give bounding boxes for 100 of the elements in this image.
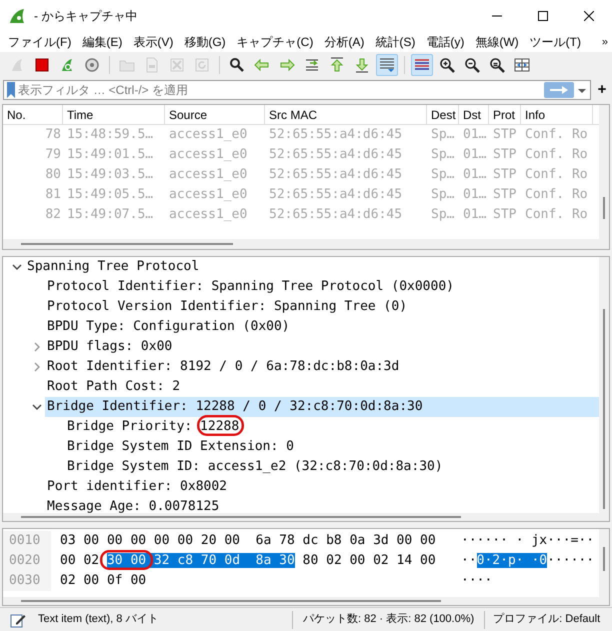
- chevron-down-icon[interactable]: [32, 402, 42, 412]
- menu-overflow[interactable]: »: [602, 34, 608, 50]
- table-cell-text: access1_e0: [168, 206, 248, 224]
- column-header[interactable]: Prot: [489, 105, 521, 124]
- table-cell-text: 79: [44, 146, 62, 164]
- zoom-reset-icon: [489, 57, 505, 73]
- goto-packet-icon: [304, 57, 320, 73]
- menu-item[interactable]: 無線(W): [475, 33, 519, 51]
- table-cell-text: 15:49:07.5…: [66, 206, 154, 224]
- scrollbar[interactable]: [3, 513, 599, 521]
- menu-item[interactable]: 分析(A): [324, 33, 364, 51]
- table-cell-text: 82: [44, 206, 62, 224]
- hex-bytes: 02 00 0f 00: [59, 572, 148, 590]
- file-x-icon: [169, 57, 185, 73]
- table-cell-text: 52:65:55:a4:d6:45: [268, 146, 404, 164]
- display-filter-field[interactable]: 表示フィルタ … <Ctrl-/> を適用: [3, 80, 591, 100]
- filter-input[interactable]: 表示フィルタ … <Ctrl-/> を適用: [18, 81, 544, 99]
- column-header[interactable]: Info: [521, 105, 593, 124]
- scrollbar[interactable]: [3, 239, 599, 249]
- toolbar-button[interactable]: [411, 54, 433, 76]
- table-cell-text: 80: [44, 166, 62, 184]
- column-header[interactable]: Src MAC: [265, 105, 427, 124]
- column-header[interactable]: Dest: [427, 105, 459, 124]
- table-cell-text: STP: [492, 206, 518, 224]
- scrollbar[interactable]: [599, 529, 609, 605]
- resize-columns-icon: [514, 57, 530, 73]
- up-arrow-icon: [329, 57, 345, 73]
- table-cell-text: access1_e0: [168, 166, 248, 184]
- table-cell-text: 52:65:55:a4:d6:45: [268, 126, 404, 144]
- tree-item[interactable]: BPDU Type: Configuration (0x00): [45, 317, 290, 337]
- shark-fin-icon: [9, 57, 25, 73]
- chevron-right-icon[interactable]: [32, 342, 42, 352]
- table-cell-text: 15:48:59.5…: [66, 126, 154, 144]
- menu-item[interactable]: ファイル(F): [8, 33, 72, 51]
- table-cell-text: Sp…: [430, 166, 456, 184]
- table-cell-text: access1_e0: [168, 146, 248, 164]
- tree-item[interactable]: Bridge System ID: access1_e2 (32:c8:70:0d:8a:30): [65, 457, 443, 477]
- search-icon: [229, 57, 245, 73]
- table-cell-text: 52:65:55:a4:d6:45: [268, 206, 404, 224]
- add-filter-button[interactable]: +: [595, 78, 609, 102]
- tree-item[interactable]: Bridge Identifier: 12288 / 0 / 32:c8:70:0d:8a:30: [45, 397, 599, 417]
- packet-count: パケット数: 82 · 表示: 82 (100.0%): [302, 612, 476, 628]
- zoom-out-icon: [464, 57, 480, 73]
- tree-item[interactable]: Root Path Cost: 2: [45, 377, 180, 397]
- left-arrow-icon: [254, 57, 270, 73]
- table-cell-text: Sp…: [430, 206, 456, 224]
- table-cell-text: access1_e0: [168, 126, 248, 144]
- edit-note-icon[interactable]: [10, 612, 26, 628]
- table-cell-text: Conf. Ro: [524, 146, 589, 164]
- byte-offset: 0020: [3, 551, 51, 571]
- column-header[interactable]: Time: [63, 105, 165, 124]
- tree-item[interactable]: Bridge Priority: 12288: [65, 417, 240, 437]
- menu-item[interactable]: 移動(G): [184, 33, 226, 51]
- menu-item[interactable]: 電話(y): [426, 33, 464, 51]
- table-cell-text: Conf. Ro: [524, 126, 589, 144]
- reload-icon: [194, 57, 210, 73]
- tree-item[interactable]: BPDU flags: 0x00: [45, 337, 172, 357]
- chevron-down-icon[interactable]: [12, 262, 22, 272]
- tree-item[interactable]: Bridge System ID Extension: 0: [65, 437, 294, 457]
- zoom-in-icon: [439, 57, 455, 73]
- column-header[interactable]: Source: [165, 105, 265, 124]
- tree-item[interactable]: Message Age: 0.0078125: [45, 497, 220, 513]
- tree-item[interactable]: Root Identifier: 8192 / 0 / 6a:78:dc:b8:0a:3d: [45, 357, 400, 377]
- tree-item[interactable]: Protocol Version Identifier: Spanning Tree (0): [45, 297, 408, 317]
- tree-item[interactable]: Protocol Identifier: Spanning Tree Protocol (0x0000): [45, 277, 454, 297]
- table-cell-text: Sp…: [430, 186, 456, 204]
- app-logo-icon: [8, 7, 26, 25]
- close-icon: [584, 11, 594, 21]
- ascii-bytes: ······ · jx···=··: [461, 532, 594, 550]
- scrollbar[interactable]: [599, 257, 609, 521]
- table-cell-text: 01…: [462, 166, 488, 184]
- column-header[interactable]: No.: [3, 105, 63, 124]
- table-cell-text: Conf. Ro: [524, 186, 589, 204]
- byte-offset: 0030: [3, 571, 51, 591]
- toolbar-button[interactable]: [376, 54, 398, 76]
- tree-item[interactable]: Port identifier: 0x8002: [45, 477, 228, 497]
- menu-item[interactable]: キャプチャ(C): [236, 33, 314, 51]
- tree-item[interactable]: Spanning Tree Protocol: [25, 257, 200, 277]
- scrollbar[interactable]: [3, 597, 599, 605]
- byte-offset: 0010: [3, 531, 51, 551]
- autoscroll-icon: [379, 57, 395, 73]
- table-cell-text: Sp…: [430, 126, 456, 144]
- menu-item[interactable]: 編集(E): [82, 33, 122, 51]
- menu-item[interactable]: 統計(S): [375, 33, 416, 51]
- table-cell-text: 01…: [462, 126, 488, 144]
- table-cell-text: 15:49:01.5…: [66, 146, 154, 164]
- gear-icon: [84, 57, 100, 73]
- ascii-bytes: ····: [461, 572, 492, 590]
- table-cell-text: 01…: [462, 186, 488, 204]
- scrollbar[interactable]: [599, 105, 609, 249]
- status-text: Text item (text), 8 バイト: [38, 612, 160, 628]
- chevron-right-icon[interactable]: [32, 362, 42, 372]
- right-arrow-icon: [279, 57, 295, 73]
- table-cell-text: 52:65:55:a4:d6:45: [268, 166, 404, 184]
- bookmark-icon: [6, 82, 16, 98]
- down-arrow-icon: [354, 57, 370, 73]
- menu-item[interactable]: 表示(V): [133, 33, 174, 51]
- menu-item[interactable]: ツール(T): [530, 33, 581, 51]
- column-header[interactable]: Dst: [459, 105, 489, 124]
- hex-bytes: 00 02 30 00 32 c8 70 0d 8a 30 80 02 00 02 14 00: [59, 552, 437, 570]
